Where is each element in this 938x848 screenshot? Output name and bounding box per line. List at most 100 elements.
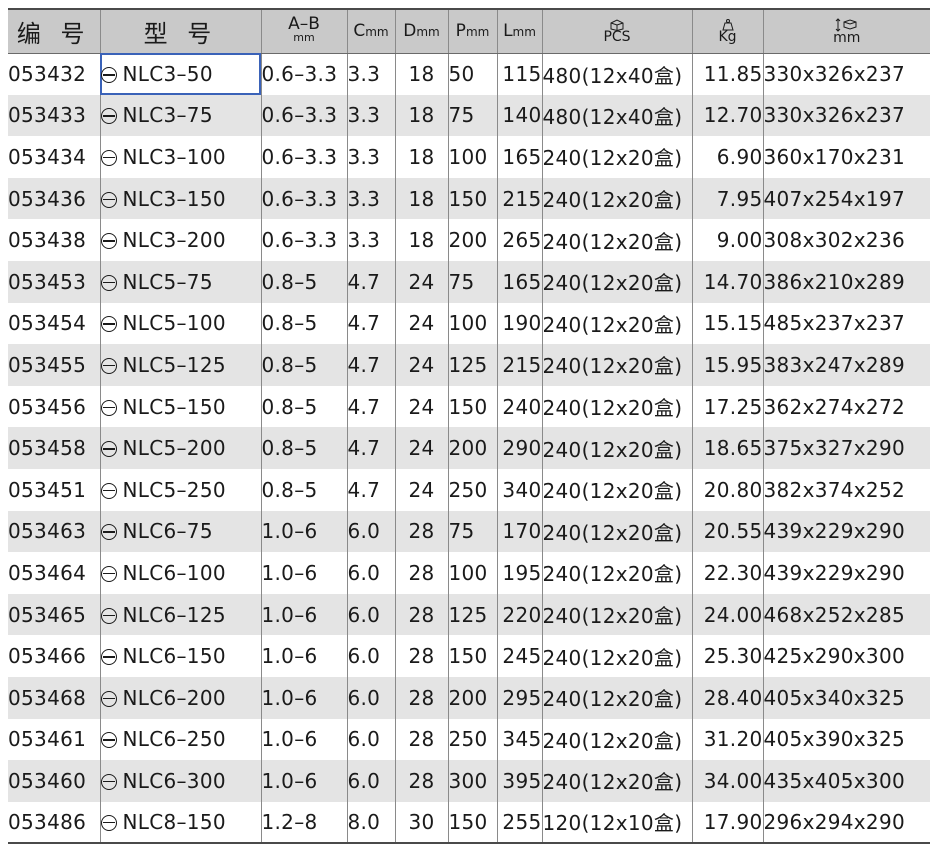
cell-model[interactable]: NLC3–75 [99, 94, 261, 137]
cell-code[interactable]: 053454 [8, 303, 100, 345]
cell-kg[interactable]: 20.80 [691, 468, 763, 511]
cell-ab[interactable]: 0.6–3.3 [260, 219, 347, 261]
cell-pcs[interactable]: 240(12x20盒) [541, 510, 692, 553]
cell-l[interactable]: 290 [496, 427, 542, 469]
cell-pcs[interactable]: 240(12x20盒) [541, 344, 692, 386]
cell-code[interactable]: 053456 [8, 386, 100, 428]
cell-kg[interactable]: 7.95 [691, 177, 763, 220]
cell-pcs[interactable]: 240(12x20盒) [541, 718, 692, 761]
cell-ab[interactable]: 1.0–6 [260, 552, 347, 594]
cell-size[interactable]: 330x326x237 [762, 94, 930, 137]
cell-d[interactable]: 24 [394, 427, 448, 469]
cell-kg[interactable]: 18.65 [691, 427, 763, 469]
cell-code[interactable]: 053465 [8, 594, 100, 636]
cell-l[interactable]: 265 [496, 219, 542, 261]
cell-ab[interactable]: 0.6–3.3 [260, 94, 347, 137]
cell-size[interactable]: 405x390x325 [762, 718, 930, 761]
cell-l[interactable]: 395 [496, 760, 542, 802]
cell-kg[interactable]: 15.15 [691, 302, 763, 345]
cell-c[interactable]: 8.0 [346, 801, 395, 844]
cell-c[interactable]: 3.3 [346, 136, 395, 178]
cell-d[interactable]: 24 [394, 385, 448, 428]
cell-d[interactable]: 24 [394, 344, 448, 386]
cell-model[interactable]: NLC5–250 [99, 468, 261, 511]
cell-l[interactable]: 340 [496, 468, 542, 511]
cell-pcs[interactable]: 240(12x20盒) [541, 427, 692, 469]
cell-c[interactable]: 4.7 [346, 468, 395, 511]
cell-p[interactable]: 200 [447, 427, 497, 469]
cell-kg[interactable]: 31.20 [691, 718, 763, 761]
cell-c[interactable]: 4.7 [346, 260, 395, 303]
cell-p[interactable]: 125 [447, 593, 497, 636]
cell-c[interactable]: 4.7 [346, 302, 395, 345]
cell-code[interactable]: 053453 [8, 261, 100, 303]
cell-p[interactable]: 150 [447, 635, 497, 677]
cell-ab[interactable]: 1.0–6 [260, 510, 347, 553]
cell-pcs[interactable]: 240(12x20盒) [541, 552, 692, 594]
cell-d[interactable]: 28 [394, 718, 448, 761]
cell-d[interactable]: 18 [394, 177, 448, 220]
cell-d[interactable]: 28 [394, 676, 448, 719]
cell-p[interactable]: 75 [447, 260, 497, 303]
cell-kg[interactable]: 15.95 [691, 344, 763, 386]
cell-code[interactable]: 053463 [8, 511, 100, 553]
cell-l[interactable]: 195 [496, 552, 542, 594]
cell-kg[interactable]: 20.55 [691, 510, 763, 553]
cell-pcs[interactable]: 240(12x20盒) [541, 468, 692, 511]
cell-model[interactable]: NLC6–250 [99, 718, 261, 761]
cell-size[interactable]: 382x374x252 [762, 468, 930, 511]
cell-ab[interactable]: 0.6–3.3 [260, 177, 347, 220]
cell-p[interactable]: 50 [447, 53, 497, 95]
cell-code[interactable]: 053486 [8, 802, 100, 844]
cell-code[interactable]: 053458 [8, 427, 100, 469]
cell-kg[interactable]: 9.00 [691, 219, 763, 261]
cell-p[interactable]: 100 [447, 552, 497, 594]
cell-code[interactable]: 053461 [8, 719, 100, 761]
cell-model[interactable]: NLC5–100 [99, 302, 261, 345]
cell-pcs[interactable]: 240(12x20盒) [541, 760, 692, 802]
cell-code[interactable]: 053432 [8, 53, 100, 95]
cell-kg[interactable]: 12.70 [691, 94, 763, 137]
cell-d[interactable]: 18 [394, 219, 448, 261]
cell-l[interactable]: 220 [496, 593, 542, 636]
cell-ab[interactable]: 0.8–5 [260, 344, 347, 386]
cell-c[interactable]: 3.3 [346, 219, 395, 261]
cell-size[interactable]: 485x237x237 [762, 302, 930, 345]
cell-model[interactable]: NLC6–125 [99, 593, 261, 636]
cell-ab[interactable]: 0.8–5 [260, 385, 347, 428]
cell-kg[interactable]: 28.40 [691, 676, 763, 719]
cell-size[interactable]: 425x290x300 [762, 635, 930, 677]
cell-ab[interactable]: 1.0–6 [260, 676, 347, 719]
cell-code[interactable]: 053460 [8, 760, 100, 802]
cell-model[interactable]: NLC6–300 [99, 760, 261, 802]
cell-ab[interactable]: 1.0–6 [260, 760, 347, 802]
cell-size[interactable]: 360x170x231 [762, 136, 930, 178]
cell-kg[interactable]: 22.30 [691, 552, 763, 594]
cell-ab[interactable]: 0.8–5 [260, 260, 347, 303]
cell-d[interactable]: 28 [394, 760, 448, 802]
cell-pcs[interactable]: 480(12x40盒) [541, 53, 692, 95]
cell-size[interactable]: 375x327x290 [762, 427, 930, 469]
cell-l[interactable]: 245 [496, 635, 542, 677]
cell-pcs[interactable]: 240(12x20盒) [541, 635, 692, 677]
cell-d[interactable]: 24 [394, 468, 448, 511]
cell-l[interactable]: 240 [496, 385, 542, 428]
cell-size[interactable]: 435x405x300 [762, 760, 930, 802]
cell-d[interactable]: 28 [394, 510, 448, 553]
cell-code[interactable]: 053451 [8, 469, 100, 511]
cell-size[interactable]: 308x302x236 [762, 219, 930, 261]
cell-p[interactable]: 200 [447, 676, 497, 719]
cell-c[interactable]: 3.3 [346, 53, 395, 95]
cell-model[interactable]: NLC5–75 [99, 260, 261, 303]
cell-code[interactable]: 053433 [8, 95, 100, 137]
cell-l[interactable]: 165 [496, 136, 542, 178]
cell-c[interactable]: 3.3 [346, 94, 395, 137]
cell-p[interactable]: 100 [447, 136, 497, 178]
cell-size[interactable]: 383x247x289 [762, 344, 930, 386]
cell-p[interactable]: 150 [447, 385, 497, 428]
cell-ab[interactable]: 1.2–8 [260, 801, 347, 844]
cell-p[interactable]: 125 [447, 344, 497, 386]
cell-size[interactable]: 407x254x197 [762, 177, 930, 220]
cell-code[interactable]: 053464 [8, 552, 100, 594]
cell-size[interactable]: 362x274x272 [762, 385, 930, 428]
